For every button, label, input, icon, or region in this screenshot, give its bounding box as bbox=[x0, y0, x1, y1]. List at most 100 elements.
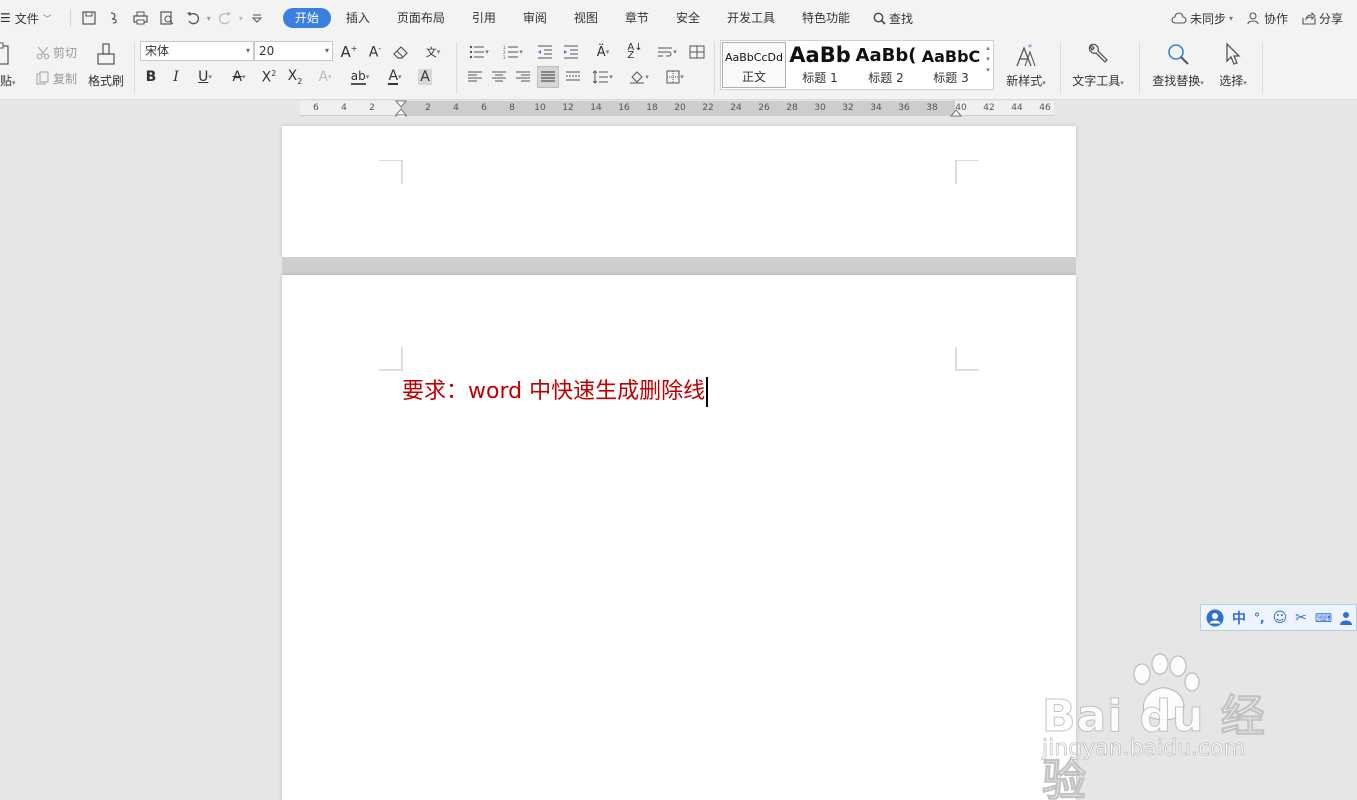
sync-status[interactable]: 未同步 ▾ bbox=[1171, 10, 1233, 27]
emoji-icon[interactable]: ☺ bbox=[1273, 610, 1288, 626]
format-painter-button[interactable]: 格式刷 bbox=[86, 40, 126, 96]
text-tools-button[interactable]: 文字工具▾ bbox=[1066, 40, 1130, 96]
justify-button[interactable] bbox=[537, 66, 559, 88]
ruler-tick: 34 bbox=[870, 103, 882, 113]
highlight-button[interactable]: ab ▾ bbox=[345, 66, 375, 88]
style-name: 标题 1 bbox=[802, 71, 838, 85]
search-button[interactable]: 查找 bbox=[865, 10, 921, 27]
show-marks-button[interactable]: ▾ bbox=[652, 41, 682, 63]
chevron-down-icon[interactable]: ▾ bbox=[239, 14, 243, 23]
cut-button[interactable]: 剪切 bbox=[53, 44, 77, 61]
user-avatar-icon[interactable] bbox=[1206, 609, 1224, 627]
borders-icon bbox=[666, 70, 680, 84]
document-paragraph[interactable]: 要求：word 中快速生成删除线 bbox=[402, 373, 709, 407]
subscript-button[interactable]: X2 bbox=[284, 66, 306, 88]
eraser-icon bbox=[393, 46, 408, 59]
ribbon-tabs: 开始 插入 页面布局 引用 审阅 视图 章节 安全 开发工具 特色功能 查找 bbox=[282, 8, 921, 28]
align-center-button[interactable] bbox=[488, 66, 510, 88]
tab-insert[interactable]: 插入 bbox=[334, 8, 382, 28]
line-spacing-button[interactable]: ▾ bbox=[588, 66, 618, 88]
chinese-layout-button[interactable]: Ä ▾ bbox=[588, 41, 618, 63]
scissors-icon[interactable]: ✂ bbox=[1295, 610, 1307, 626]
align-left-button[interactable] bbox=[464, 66, 486, 88]
share-button[interactable]: 分享 bbox=[1302, 10, 1343, 27]
keyboard-icon[interactable]: ⌨ bbox=[1315, 611, 1332, 625]
new-style-button[interactable]: * 新样式▾ bbox=[1000, 40, 1052, 96]
underline-button[interactable]: U ▾ bbox=[190, 66, 220, 88]
font-name-select[interactable]: 宋体 ▾ bbox=[140, 41, 254, 61]
align-right-button[interactable] bbox=[512, 66, 534, 88]
superscript-button[interactable]: X2 bbox=[258, 66, 280, 88]
print-button[interactable] bbox=[129, 6, 153, 30]
sort-button[interactable]: A↓ Z bbox=[624, 41, 646, 63]
grow-font-button[interactable]: A+ bbox=[338, 41, 360, 63]
collaborate-button[interactable]: 协作 bbox=[1247, 10, 1288, 27]
style-heading-2[interactable]: AaBb( 标题 2 bbox=[854, 42, 918, 88]
horizontal-ruler[interactable]: 6 4 2 2 4 6 8 10 12 14 16 18 20 22 24 26… bbox=[0, 100, 1357, 122]
wrench-icon bbox=[1088, 43, 1108, 63]
style-heading-3[interactable]: AaBbC 标题 3 bbox=[919, 42, 983, 88]
bullets-button[interactable]: ▾ bbox=[464, 41, 494, 63]
tab-security[interactable]: 安全 bbox=[664, 8, 712, 28]
borders-button[interactable]: ▾ bbox=[660, 66, 690, 88]
font-color-button[interactable]: A ▾ bbox=[380, 66, 410, 88]
strikethrough-button[interactable]: A ▾ bbox=[224, 66, 254, 88]
bold-button[interactable]: B bbox=[140, 66, 162, 88]
style-normal[interactable]: AaBbCcDd 正文 bbox=[722, 42, 786, 88]
text-effect-button[interactable]: A ▾ bbox=[310, 66, 340, 88]
tab-view[interactable]: 视图 bbox=[562, 8, 610, 28]
find-replace-label: 查找替换 bbox=[1152, 74, 1201, 88]
undo-button[interactable] bbox=[181, 6, 205, 30]
tab-page-layout[interactable]: 页面布局 bbox=[385, 8, 457, 28]
punctuation-icon[interactable]: °, bbox=[1254, 611, 1265, 625]
justify-icon bbox=[541, 71, 555, 82]
numbering-button[interactable]: 1 2 3 ▾ bbox=[498, 41, 528, 63]
redo-button[interactable] bbox=[213, 6, 237, 30]
tab-stop-button[interactable] bbox=[686, 41, 708, 63]
style-heading-1[interactable]: AaBb 标题 1 bbox=[788, 42, 852, 88]
align-right-icon bbox=[516, 71, 530, 82]
clear-format-button[interactable] bbox=[390, 41, 412, 63]
page-1[interactable] bbox=[282, 126, 1076, 257]
chevron-down-icon[interactable]: ▾ bbox=[207, 14, 211, 23]
print-preview-button[interactable] bbox=[155, 6, 179, 30]
subscript-icon: X2 bbox=[287, 68, 303, 86]
output-pdf-button[interactable] bbox=[103, 6, 127, 30]
find-replace-button[interactable]: 查找替换▾ bbox=[1146, 40, 1210, 96]
tab-developer[interactable]: 开发工具 bbox=[715, 8, 787, 28]
paste-button[interactable]: 贴▾ bbox=[0, 40, 22, 96]
tab-section[interactable]: 章节 bbox=[613, 8, 661, 28]
ime-language-toggle[interactable]: 中 bbox=[1232, 608, 1246, 628]
user-icon[interactable] bbox=[1340, 611, 1353, 625]
italic-button[interactable]: I bbox=[165, 66, 187, 88]
select-button[interactable]: 选择▾ bbox=[1212, 40, 1254, 96]
chevron-down-icon: ▾ bbox=[680, 73, 684, 81]
tab-features[interactable]: 特色功能 bbox=[790, 8, 862, 28]
ruler-tick: 4 bbox=[453, 103, 459, 113]
ime-toolbar[interactable]: 中 °, ☺ ✂ ⌨ bbox=[1200, 604, 1357, 631]
pdf-icon bbox=[110, 12, 117, 24]
save-button[interactable] bbox=[77, 6, 101, 30]
phonetic-guide-button[interactable]: 文 ▾ bbox=[418, 41, 448, 63]
font-size-select[interactable]: 20 ▾ bbox=[254, 41, 333, 61]
shrink-font-button[interactable]: A- bbox=[364, 41, 386, 63]
distribute-button[interactable] bbox=[562, 66, 584, 88]
customize-toolbar-button[interactable] bbox=[245, 6, 269, 30]
ruler-tick: 8 bbox=[509, 103, 515, 113]
copy-button[interactable]: 复制 bbox=[53, 70, 77, 87]
style-name: 标题 2 bbox=[868, 71, 904, 85]
file-menu[interactable]: ☰ 文件 ﹀ bbox=[0, 0, 52, 36]
page-separator bbox=[282, 257, 1076, 275]
tab-home[interactable]: 开始 bbox=[282, 8, 331, 28]
chevron-down-icon: ▾ bbox=[609, 73, 613, 81]
magnifier-icon bbox=[1168, 44, 1189, 65]
page-2[interactable]: 要求：word 中快速生成删除线 bbox=[282, 275, 1076, 800]
decrease-indent-button[interactable] bbox=[534, 41, 556, 63]
style-gallery-scroller[interactable]: ▴ ▾ ▾ bbox=[984, 43, 992, 76]
shading-button[interactable]: ▾ bbox=[624, 66, 654, 88]
char-shading-button[interactable]: A bbox=[414, 66, 436, 88]
increase-indent-button[interactable] bbox=[560, 41, 582, 63]
svg-text:3: 3 bbox=[503, 55, 506, 59]
tab-references[interactable]: 引用 bbox=[460, 8, 508, 28]
tab-review[interactable]: 审阅 bbox=[511, 8, 559, 28]
